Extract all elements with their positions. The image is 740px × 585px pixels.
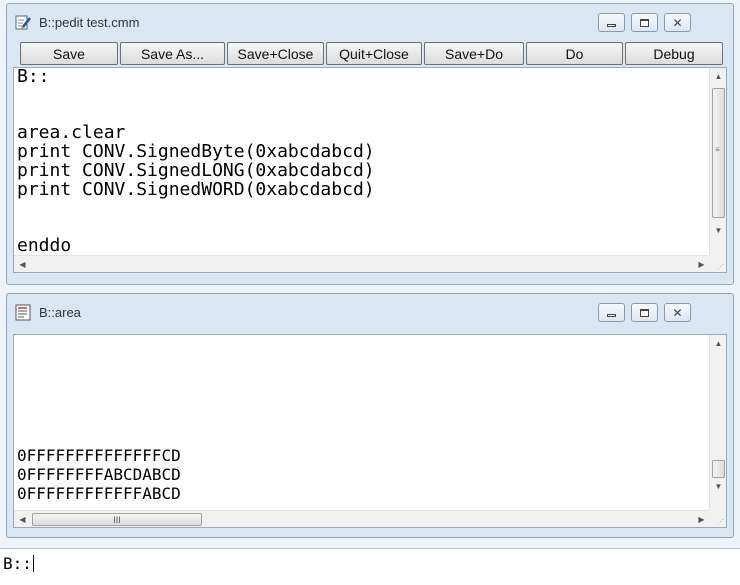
area-maximize-button[interactable] bbox=[631, 303, 658, 322]
pedit-window: B::pedit test.cmm ✕ Save Save As... Save… bbox=[6, 3, 734, 285]
scroll-up-arrow-icon[interactable]: ▲ bbox=[710, 68, 726, 85]
pedit-minimize-button[interactable] bbox=[598, 13, 625, 32]
pedit-horizontal-scrollbar[interactable]: ◀ ▶ bbox=[14, 255, 710, 272]
maximize-icon bbox=[640, 18, 649, 27]
pedit-editor[interactable]: B:: area.clear print CONV.SignedByte(0xa… bbox=[13, 67, 727, 273]
text-caret bbox=[32, 555, 34, 572]
code-line: print CONV.SignedLONG(0xabcdabcd) bbox=[17, 160, 375, 181]
scroll-right-arrow-icon[interactable]: ▶ bbox=[693, 511, 710, 527]
area-vscroll-thumb[interactable] bbox=[712, 460, 725, 478]
save-close-button[interactable]: Save+Close bbox=[227, 42, 324, 65]
output-line: 0FFFFFFFFFFFFABCD bbox=[17, 484, 181, 503]
scroll-down-arrow-icon[interactable]: ▼ bbox=[710, 222, 726, 239]
code-line: area.clear bbox=[17, 122, 126, 143]
debug-button[interactable]: Debug bbox=[625, 42, 723, 65]
output-line: 0FFFFFFFFABCDABCD bbox=[17, 465, 181, 484]
pedit-window-title: B::pedit test.cmm bbox=[39, 15, 140, 30]
save-do-button[interactable]: Save+Do bbox=[424, 42, 524, 65]
code-line: enddo bbox=[17, 235, 72, 256]
area-minimize-button[interactable] bbox=[598, 303, 625, 322]
scroll-left-arrow-icon[interactable]: ◀ bbox=[14, 256, 31, 272]
command-prompt-text: B:: bbox=[3, 554, 32, 573]
pedit-toolbar: Save Save As... Save+Close Quit+Close Sa… bbox=[13, 42, 727, 66]
area-hscroll-thumb[interactable]: III bbox=[32, 513, 202, 526]
pedit-maximize-button[interactable] bbox=[631, 13, 658, 32]
save-as-button[interactable]: Save As... bbox=[120, 42, 225, 65]
edit-document-icon bbox=[15, 15, 31, 30]
area-window-title: B::area bbox=[39, 305, 81, 320]
minimize-icon bbox=[607, 313, 616, 317]
command-line[interactable]: B:: bbox=[0, 548, 740, 585]
save-button[interactable]: Save bbox=[20, 42, 118, 65]
pedit-close-button[interactable]: ✕ bbox=[664, 13, 691, 32]
close-icon: ✕ bbox=[672, 305, 683, 320]
area-window: B::area ✕ 0FFFFFFFFFFFFFFCD 0FFFFFFFFABC… bbox=[6, 293, 734, 538]
area-vertical-scrollbar[interactable]: ▲ ▼ bbox=[709, 335, 726, 511]
do-button[interactable]: Do bbox=[526, 42, 623, 65]
pedit-vertical-scrollbar[interactable]: ▲ ≡ ▼ bbox=[709, 68, 726, 256]
code-line: B:: bbox=[17, 67, 50, 87]
area-output[interactable]: 0FFFFFFFFFFFFFFCD 0FFFFFFFFABCDABCD 0FFF… bbox=[13, 334, 727, 528]
scroll-right-arrow-icon[interactable]: ▶ bbox=[693, 256, 710, 272]
quit-close-button[interactable]: Quit+Close bbox=[326, 42, 422, 65]
resize-grip-icon[interactable]: ⋰ bbox=[709, 255, 726, 272]
maximize-icon bbox=[640, 308, 649, 317]
code-line: print CONV.SignedByte(0xabcdabcd) bbox=[17, 141, 375, 162]
resize-grip-icon[interactable]: ⋰ bbox=[709, 510, 726, 527]
area-close-button[interactable]: ✕ bbox=[664, 303, 691, 322]
close-icon: ✕ bbox=[672, 15, 683, 30]
scroll-down-arrow-icon[interactable]: ▼ bbox=[710, 478, 726, 495]
area-horizontal-scrollbar[interactable]: ◀ III ▶ bbox=[14, 510, 710, 527]
pedit-titlebar[interactable]: B::pedit test.cmm ✕ bbox=[7, 4, 733, 42]
grip-lines-icon: ≡ bbox=[715, 145, 720, 154]
text-document-icon bbox=[15, 304, 31, 321]
scroll-left-arrow-icon[interactable]: ◀ bbox=[14, 511, 31, 527]
code-line: print CONV.SignedWORD(0xabcdabcd) bbox=[17, 179, 375, 200]
command-input[interactable]: B:: bbox=[3, 554, 34, 573]
scroll-up-arrow-icon[interactable]: ▲ bbox=[710, 335, 726, 352]
minimize-icon bbox=[607, 23, 616, 27]
output-line: 0FFFFFFFFFFFFFFCD bbox=[17, 446, 181, 465]
area-titlebar[interactable]: B::area ✕ bbox=[7, 294, 733, 332]
